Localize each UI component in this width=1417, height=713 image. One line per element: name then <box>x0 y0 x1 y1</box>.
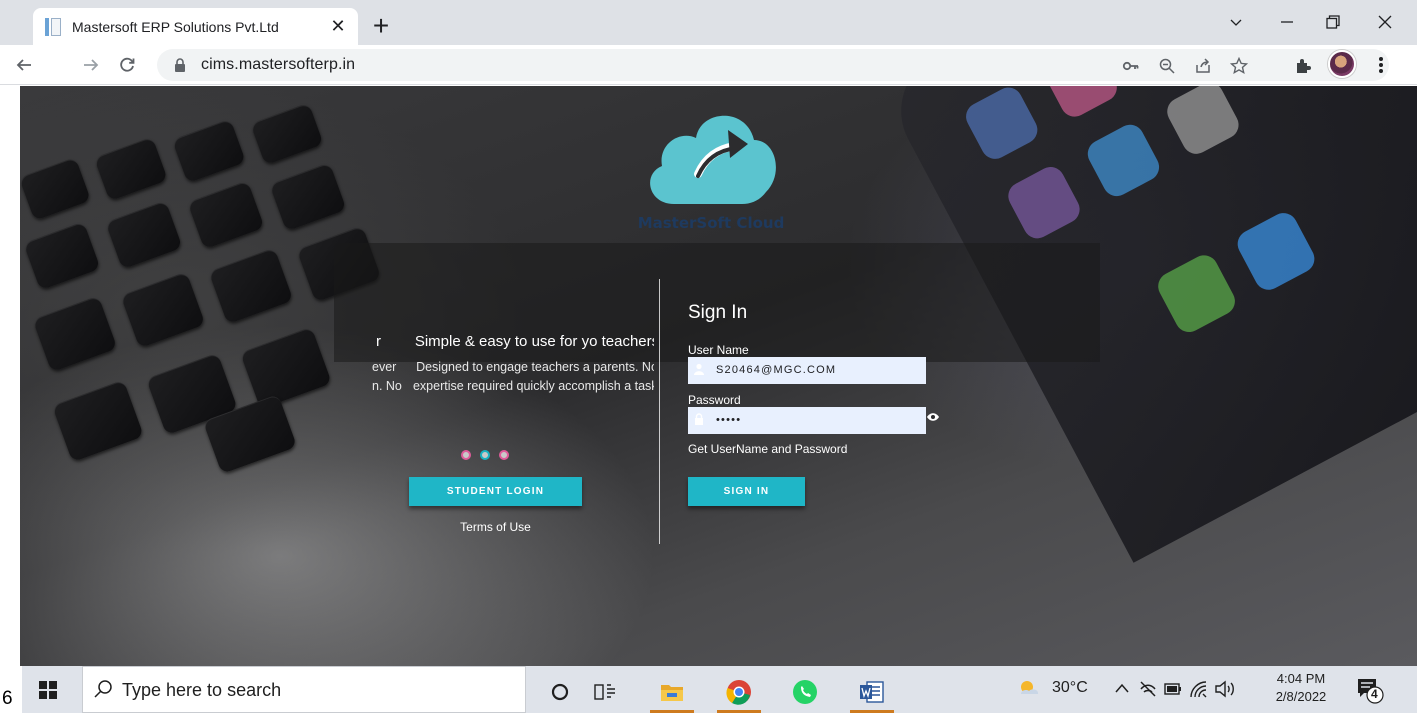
share-icon[interactable] <box>1192 55 1214 77</box>
current-slide: Simple & easy to use for yo teachers Des… <box>412 332 654 396</box>
back-arrow-icon <box>16 59 31 71</box>
bookmark-star-icon[interactable] <box>1228 55 1250 77</box>
back-button[interactable] <box>10 51 38 79</box>
favicon-icon <box>45 17 61 36</box>
cortana-icon[interactable] <box>538 670 582 713</box>
feature-slider: r ever n. No Simple & easy to use for yo… <box>354 332 654 442</box>
lock-icon[interactable] <box>174 58 186 72</box>
minimize-button[interactable] <box>1264 7 1310 37</box>
terms-of-use-link[interactable]: Terms of Use <box>409 520 582 534</box>
tab-close-icon[interactable]: ✕ <box>328 16 348 37</box>
word-icon[interactable] <box>850 670 894 713</box>
taskbar-search-box[interactable]: Type here to search <box>82 666 526 713</box>
slider-dot-3[interactable] <box>499 450 509 460</box>
task-view-icon[interactable] <box>583 670 627 713</box>
tab-title: Mastersoft ERP Solutions Pvt.Ltd <box>72 18 279 35</box>
url-text[interactable]: cims.mastersofterp.in <box>201 56 355 74</box>
slider-dot-2[interactable] <box>480 450 490 460</box>
logo-text: MasterSoft Cloud <box>637 214 785 232</box>
previous-slide-line-2: n. No <box>372 379 402 393</box>
network-off-icon[interactable] <box>1139 680 1157 698</box>
new-tab-button[interactable]: + <box>368 12 394 40</box>
sign-in-heading: Sign In <box>688 302 748 323</box>
notification-center-icon[interactable]: 4 <box>1356 676 1384 704</box>
vertical-divider <box>659 279 660 544</box>
close-window-button[interactable] <box>1362 7 1408 37</box>
forward-button[interactable] <box>77 51 105 79</box>
browser-menu-icon[interactable] <box>1376 55 1386 75</box>
password-value: ••••• <box>716 414 742 426</box>
chrome-icon[interactable] <box>717 670 761 713</box>
browser-toolbar: cims.mastersofterp.in <box>0 45 1417 85</box>
volume-icon[interactable] <box>1214 680 1236 698</box>
reload-button[interactable] <box>113 51 141 79</box>
browser-tab[interactable]: Mastersoft ERP Solutions Pvt.Ltd ✕ <box>33 8 358 45</box>
tab-search-icon[interactable] <box>1213 7 1259 37</box>
slider-pagination <box>461 450 509 460</box>
whatsapp-icon[interactable] <box>783 670 827 713</box>
address-bar[interactable]: cims.mastersofterp.in <box>157 49 1389 81</box>
reload-icon <box>120 57 135 72</box>
sign-in-button[interactable]: SIGN IN <box>688 477 805 506</box>
extensions-icon[interactable] <box>1292 55 1314 77</box>
weather-icon[interactable] <box>1015 678 1043 700</box>
profile-avatar[interactable] <box>1328 50 1356 78</box>
clock-time: 4:04 PM <box>1276 671 1326 686</box>
stray-character: 6 <box>2 688 13 709</box>
key-icon[interactable] <box>1120 55 1142 77</box>
username-input[interactable]: S20464@MGC.COM <box>688 357 926 384</box>
search-placeholder: Type here to search <box>122 680 282 700</box>
page-left-margin <box>0 86 20 666</box>
restore-button[interactable] <box>1310 7 1356 37</box>
slide-description: Designed to engage teachers a parents. N… <box>412 360 654 393</box>
zoom-icon[interactable] <box>1156 55 1178 77</box>
lock-field-icon <box>695 413 703 425</box>
student-login-button[interactable]: STUDENT LOGIN <box>409 477 582 506</box>
battery-icon[interactable] <box>1164 682 1182 696</box>
clock-date: 2/8/2022 <box>1275 689 1327 704</box>
slider-dot-1[interactable] <box>461 450 471 460</box>
password-label: Password <box>688 393 741 407</box>
weather-temperature[interactable]: 30°C <box>1052 679 1088 697</box>
slide-title: Simple & easy to use for yo teachers <box>414 333 654 350</box>
show-password-eye-icon[interactable] <box>926 412 940 422</box>
get-username-password-link[interactable]: Get UserName and Password <box>688 442 847 456</box>
previous-slide-line-1: ever <box>372 360 397 374</box>
username-value: S20464@MGC.COM <box>716 364 837 376</box>
browser-tab-bar: Mastersoft ERP Solutions Pvt.Ltd ✕ + <box>0 0 1417 45</box>
password-input[interactable]: ••••• <box>688 407 926 434</box>
mastersoft-logo: MasterSoft Cloud <box>636 96 786 236</box>
cloud-logo-icon <box>650 115 776 204</box>
login-page: MasterSoft Cloud r ever n. No Simple & e… <box>20 86 1417 666</box>
chevron-up-icon[interactable] <box>1115 682 1129 694</box>
previous-slide: r ever n. No <box>354 332 414 396</box>
file-explorer-icon[interactable] <box>650 670 694 713</box>
user-icon <box>694 363 704 375</box>
windows-taskbar: Type here to search 30°C 4:04 PM 2/8/202… <box>22 666 1417 713</box>
windows-start-icon[interactable] <box>39 681 57 699</box>
taskbar-clock[interactable]: 4:04 PM 2/8/2022 <box>1266 670 1336 706</box>
search-icon <box>94 680 112 698</box>
notification-count: 4 <box>1371 687 1378 701</box>
forward-arrow-icon <box>84 59 99 71</box>
wifi-icon[interactable] <box>1189 680 1207 698</box>
username-label: User Name <box>688 343 749 357</box>
